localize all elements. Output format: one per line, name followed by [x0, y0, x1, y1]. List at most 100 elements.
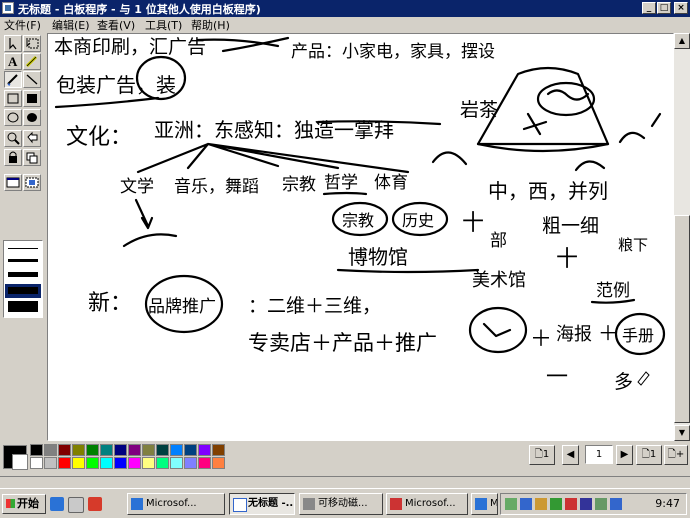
rectangle-filled-icon[interactable] — [23, 90, 41, 107]
color-swatch[interactable] — [198, 444, 211, 456]
tray-icon-app[interactable] — [535, 498, 547, 510]
color-swatch[interactable] — [156, 444, 169, 456]
ink-stroke — [522, 112, 548, 136]
color-swatch[interactable] — [30, 457, 43, 469]
line-width-4[interactable] — [8, 287, 38, 294]
highlighter-icon[interactable] — [23, 53, 41, 70]
window-icon — [475, 498, 487, 510]
tray-icon-app[interactable] — [595, 498, 607, 510]
scroll-thumb[interactable] — [674, 215, 690, 423]
line-width-3[interactable] — [8, 272, 38, 277]
menu-view[interactable]: 查看(V) — [97, 17, 135, 33]
media-icon[interactable] — [88, 497, 102, 511]
color-swatch[interactable] — [198, 457, 211, 469]
select-window-icon[interactable] — [4, 174, 22, 191]
menu-file[interactable]: 文件(F) — [4, 17, 41, 33]
ink-text: 本商印刷，汇广告 — [54, 36, 206, 58]
color-swatch[interactable] — [114, 444, 127, 456]
ellipse-filled-icon[interactable] — [23, 109, 41, 126]
taskbar-item[interactable]: 可移动磁... — [299, 493, 383, 515]
vertical-scrollbar[interactable]: ▲ ▼ — [674, 33, 690, 441]
line-icon[interactable] — [23, 71, 41, 88]
prev-page-button[interactable]: ◀ — [562, 445, 579, 465]
color-swatch[interactable] — [44, 444, 57, 456]
tray-icon-volume[interactable] — [610, 498, 622, 510]
color-swatch[interactable] — [100, 444, 113, 456]
window-title: 无标题 - 白板程序 - 与 1 位其他人使用白板程序) — [18, 3, 261, 16]
line-width-5[interactable] — [8, 301, 38, 312]
color-swatch[interactable] — [128, 457, 141, 469]
color-swatch[interactable] — [184, 444, 197, 456]
taskbar-item[interactable]: Microsof... — [471, 493, 498, 515]
color-swatch[interactable] — [128, 444, 141, 456]
color-swatch[interactable] — [58, 444, 71, 456]
color-swatch[interactable] — [30, 444, 43, 456]
ie-icon[interactable] — [50, 497, 64, 511]
color-swatch[interactable] — [114, 457, 127, 469]
color-swatch[interactable] — [142, 457, 155, 469]
color-swatch[interactable] — [170, 444, 183, 456]
color-swatch[interactable] — [86, 444, 99, 456]
menu-help[interactable]: 帮助(H) — [191, 17, 230, 33]
select-area-capture-icon[interactable] — [23, 174, 41, 191]
menu-edit[interactable]: 编辑(E) — [52, 17, 90, 33]
next-arrow-icon: ▶ — [620, 449, 629, 460]
line-width-1[interactable] — [8, 248, 38, 249]
color-swatch[interactable] — [212, 444, 225, 456]
color-swatch[interactable] — [142, 444, 155, 456]
line-width-options — [3, 240, 43, 318]
title-bar[interactable]: 无标题 - 白板程序 - 与 1 位其他人使用白板程序) _ □ × — [0, 0, 690, 17]
ellipse-outline-icon[interactable] — [4, 109, 22, 126]
ink-text: 中，西，并列 — [488, 179, 608, 203]
desktop-icon[interactable] — [68, 497, 84, 513]
rectangle-outline-icon[interactable] — [4, 90, 22, 107]
ink-stroke — [336, 268, 480, 274]
color-swatch[interactable] — [72, 444, 85, 456]
color-swatch[interactable] — [86, 457, 99, 469]
start-button[interactable]: 开始 — [2, 494, 46, 514]
tray-icon-monitor[interactable] — [580, 498, 592, 510]
pen-icon[interactable] — [4, 71, 22, 88]
whiteboard-canvas[interactable]: 本商印刷，汇广告 产品：小家电，家具，摆设 包装广告，装 文化： 亚洲：东感知：… — [48, 34, 675, 442]
drive-icon — [303, 498, 315, 510]
prev-arrow-icon: ◀ — [566, 449, 575, 460]
tray-icon-app[interactable] — [550, 498, 562, 510]
tray-icon-app[interactable] — [565, 498, 577, 510]
color-swatch[interactable] — [170, 457, 183, 469]
text-icon[interactable]: A — [4, 53, 22, 70]
maximize-button[interactable]: □ — [657, 2, 671, 14]
minimize-button[interactable]: _ — [642, 2, 656, 14]
insert-page-button[interactable]: 🗋+ — [664, 445, 688, 465]
first-page-button[interactable]: 🗋1 — [529, 445, 555, 465]
color-swatch[interactable] — [212, 457, 225, 469]
last-page-button[interactable]: 🗋1 — [636, 445, 662, 465]
select-object-icon[interactable] — [23, 35, 41, 52]
taskbar-item[interactable]: Microsof... — [386, 493, 468, 515]
tray-icon-messenger[interactable] — [520, 498, 532, 510]
close-button[interactable]: × — [674, 2, 688, 14]
select-area-icon[interactable] — [4, 35, 22, 52]
color-swatch[interactable] — [100, 457, 113, 469]
menu-tools[interactable]: 工具(T) — [145, 17, 182, 33]
color-swatch[interactable] — [58, 457, 71, 469]
color-swatch[interactable] — [44, 457, 57, 469]
next-page-button[interactable]: ▶ — [616, 445, 633, 465]
scroll-down-icon[interactable]: ▼ — [674, 425, 690, 441]
clock: 9:47 — [655, 497, 680, 510]
taskbar-item[interactable]: Microsof... — [127, 493, 225, 515]
color-swatch[interactable] — [184, 457, 197, 469]
current-background-color[interactable] — [12, 454, 28, 470]
tray-icon-network[interactable] — [505, 498, 517, 510]
remote-pointer-icon[interactable] — [23, 130, 41, 147]
sync-icon[interactable] — [23, 149, 41, 166]
taskbar-item-active[interactable]: 无标题 -... — [229, 493, 295, 515]
whiteboard-app-icon[interactable] — [2, 2, 14, 14]
color-swatch[interactable] — [156, 457, 169, 469]
page-icon: 🗋 — [667, 449, 676, 460]
color-swatch[interactable] — [72, 457, 85, 469]
lock-icon[interactable] — [4, 149, 22, 166]
zoom-icon[interactable] — [4, 130, 22, 147]
page-number-field[interactable]: 1 — [585, 445, 613, 464]
scroll-up-icon[interactable]: ▲ — [674, 33, 690, 49]
line-width-2[interactable] — [8, 259, 38, 262]
